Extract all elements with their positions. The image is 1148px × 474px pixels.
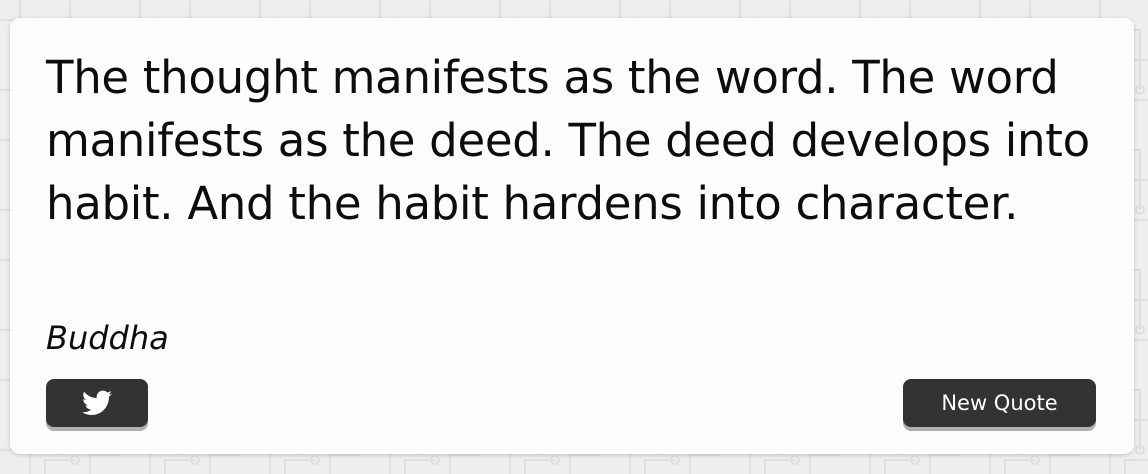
quote-author: Buddha — [46, 319, 169, 357]
tweet-button[interactable] — [46, 379, 148, 427]
quote-text: The thought manifests as the word. The w… — [46, 51, 1090, 230]
twitter-icon — [82, 390, 112, 415]
quote-card: The thought manifests as the word. The w… — [10, 18, 1134, 454]
new-quote-button[interactable]: New Quote — [903, 379, 1096, 427]
